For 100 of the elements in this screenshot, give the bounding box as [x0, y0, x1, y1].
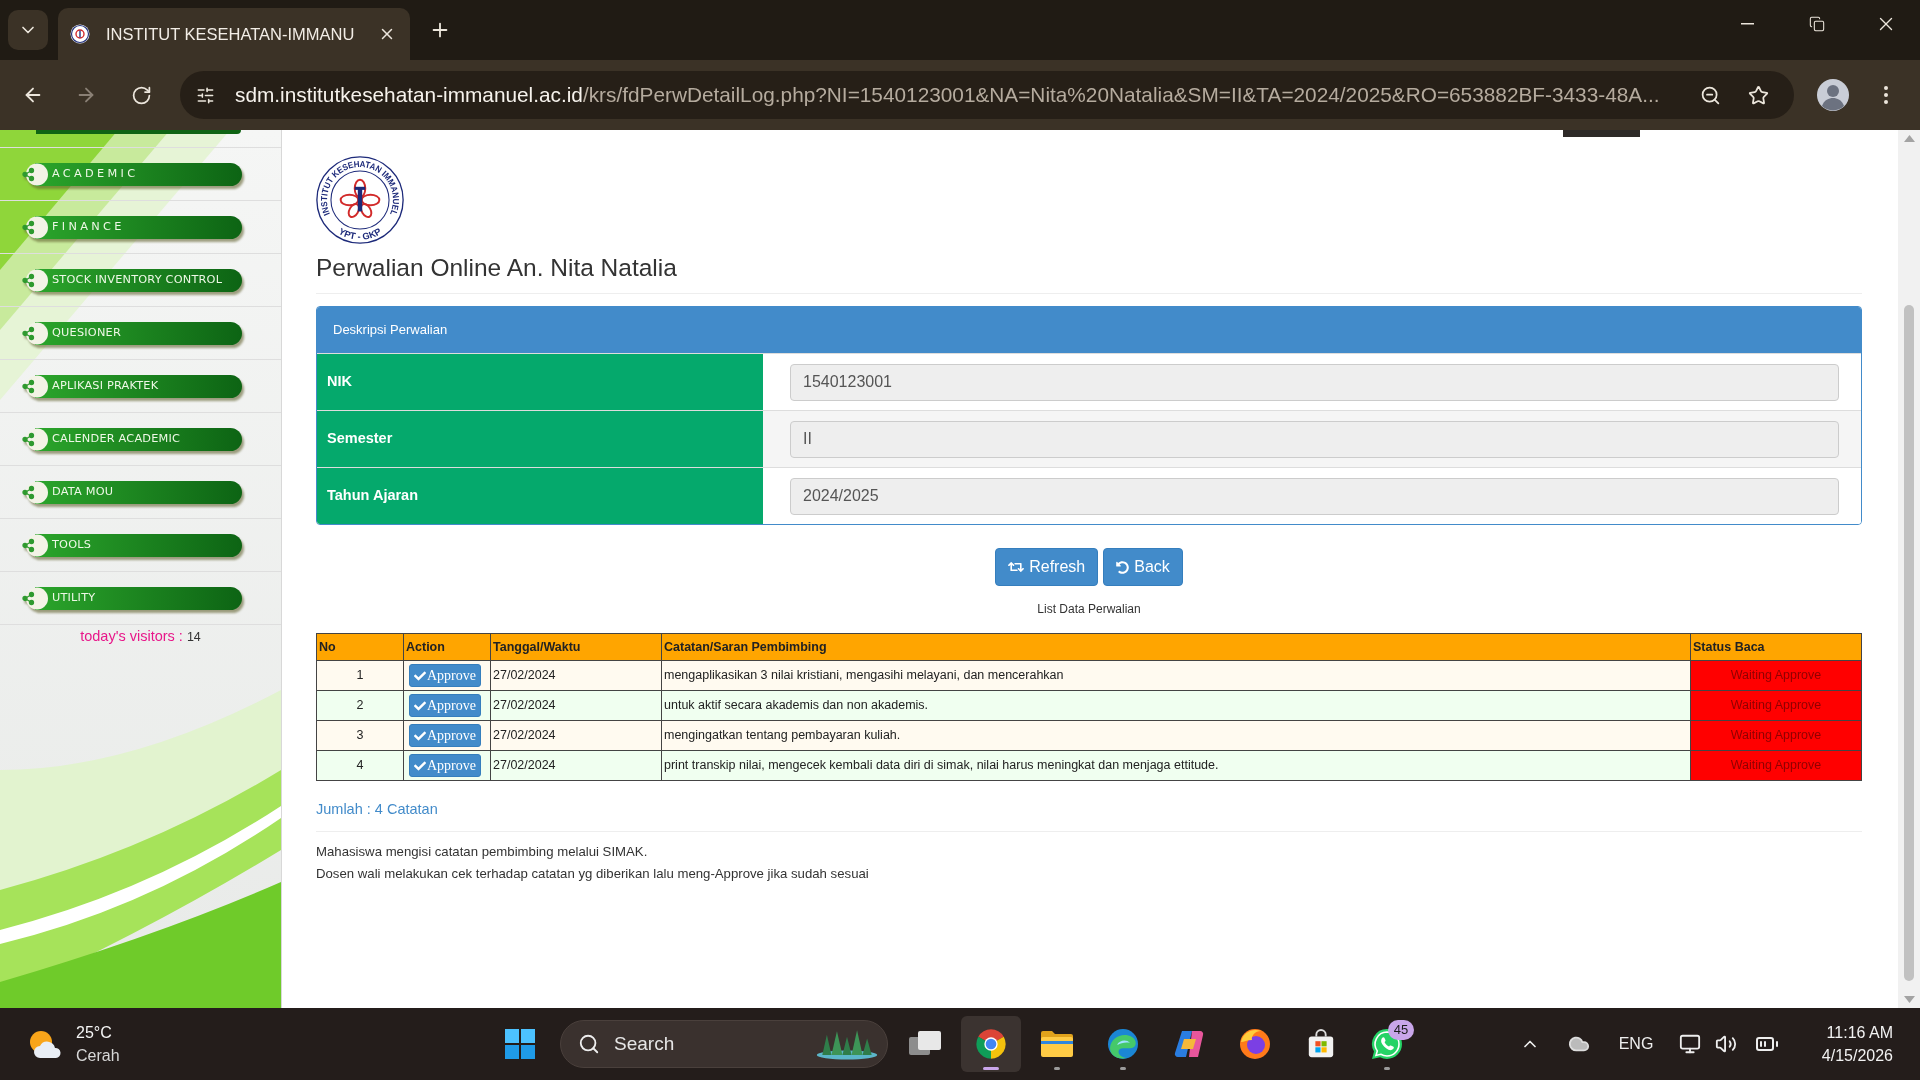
readonly-field[interactable]: 2024/2025 — [790, 477, 1839, 515]
edge-icon — [1107, 1028, 1139, 1060]
date-cell: 27/02/2024 — [490, 660, 662, 691]
volume-icon — [1715, 1033, 1737, 1055]
share-icon — [22, 533, 48, 557]
column-header: Catatan/Saran Pembimbing — [661, 633, 1691, 661]
visitors-count: 14 — [186, 628, 201, 646]
sidebar-menu-button[interactable]: STOCK INVENTORY CONTROL — [22, 268, 242, 292]
note-text: Mahasiswa mengisi catatan pembimbing melalui SIMAK. — [316, 843, 648, 861]
network-icon — [1679, 1033, 1701, 1055]
date-cell: 27/02/2024 — [490, 720, 662, 751]
number-cell: 4 — [316, 750, 404, 781]
chrome-icon — [975, 1028, 1007, 1060]
note-cell: mengaplikasikan 3 nilai kristiani, mengasihi melayani, dan mencerahkan — [661, 660, 1691, 691]
share-icon — [22, 586, 48, 610]
approve-button[interactable]: Approve — [409, 754, 481, 777]
status-cell: Waiting Approve — [1690, 660, 1862, 691]
page-title: Perwalian Online An. Nita Natalia — [316, 253, 677, 283]
number-cell: 1 — [316, 660, 404, 691]
menu-icon — [1884, 86, 1888, 104]
shopping-bag-icon — [1306, 1029, 1336, 1059]
star-icon — [1747, 84, 1769, 106]
readonly-field[interactable]: 1540123001 — [790, 363, 1839, 401]
weather-temperature: 25°C — [76, 1023, 112, 1043]
restore-icon — [1808, 16, 1825, 32]
tab-favicon-icon — [70, 24, 90, 44]
field-label-cell: Semester — [317, 411, 763, 467]
sidebar-menu-button[interactable]: FINANCE — [22, 215, 242, 239]
check-icon — [414, 699, 426, 712]
taskbar-app-button[interactable]: 45 — [1357, 1016, 1417, 1072]
column-header: Action — [403, 633, 491, 661]
column-header: No — [316, 633, 404, 661]
refresh-button[interactable]: Refresh — [995, 548, 1099, 586]
search-icon — [578, 1033, 600, 1055]
check-icon — [414, 669, 426, 682]
language-button[interactable]: ENG — [1611, 1024, 1661, 1064]
note-cell: mengingatkan tentang pembayaran kuliah. — [661, 720, 1691, 751]
date-cell: 27/02/2024 — [490, 690, 662, 721]
sidebar-menu-button[interactable]: QUESIONER — [22, 321, 242, 345]
copilot-icon — [1173, 1028, 1205, 1060]
share-icon — [22, 480, 48, 504]
browser-tab[interactable]: INSTITUT KESEHATAN-IMMANU — [58, 8, 410, 60]
undo-icon — [1116, 560, 1130, 574]
tune-icon — [195, 85, 215, 105]
sidebar-menu-button[interactable]: APLIKASI PRAKTEK — [22, 374, 242, 398]
sidebar-menu-button[interactable]: DATA MOU — [22, 480, 242, 504]
number-cell: 3 — [316, 720, 404, 751]
sidebar-menu-button[interactable]: UTILITY — [22, 586, 242, 610]
check-icon — [414, 759, 426, 772]
visitors-label: today's visitors : — [80, 627, 183, 647]
profile-button[interactable] — [1817, 79, 1849, 111]
weather-condition: Cerah — [76, 1046, 120, 1066]
approve-button[interactable]: Approve — [409, 694, 481, 717]
note-cell: print transkip nilai, mengecek kembali data diri di simak, nilai harus meningkat dan menjaga ettitude. — [661, 750, 1691, 781]
panel-title: Deskripsi Perwalian — [333, 321, 448, 340]
address-bar[interactable]: sdm.institutkesehatan-immanuel.ac.id/krs/fdPerwDetailLog.php?NI=1540123001&NA=Nita%20Natalia&SM=II&TA=2024/2025&RO=653882BF-3433-48A... — [180, 71, 1794, 119]
status-cell: Waiting Approve — [1690, 720, 1862, 751]
summary-text: Jumlah : 4 Catatan — [316, 800, 438, 819]
notification-badge: 45 — [1388, 1020, 1414, 1040]
taskbar-app-button[interactable] — [961, 1016, 1021, 1072]
readonly-field[interactable]: II — [790, 420, 1839, 458]
avatar-icon — [1817, 79, 1849, 111]
status-cell: Waiting Approve — [1690, 750, 1862, 781]
scrollbar-track[interactable] — [1898, 130, 1920, 1008]
folder-icon — [1041, 1030, 1073, 1058]
clock-date[interactable]: 4/15/2026 — [1821, 1044, 1893, 1067]
scrollbar-thumb[interactable] — [1904, 305, 1914, 981]
approve-button[interactable]: Approve — [409, 664, 481, 687]
note-text: Dosen wali melakukan cek terhadap catatan yg diberikan lalu meng-Approve jika sudah sesuai — [316, 865, 869, 883]
sidebar-menu-button[interactable]: CALENDER ACADEMIC — [22, 427, 242, 451]
approve-button[interactable]: Approve — [409, 724, 481, 747]
sidebar-menu-button[interactable]: TOOLS — [22, 533, 242, 557]
share-icon — [22, 321, 48, 345]
note-cell: untuk aktif secara akademis dan non akademis. — [661, 690, 1691, 721]
check-icon — [414, 729, 426, 742]
clock-time[interactable]: 11:16 AM — [1826, 1021, 1893, 1044]
share-icon — [22, 215, 48, 239]
column-header: Status Baca — [1690, 633, 1862, 661]
task-view-icon — [909, 1030, 941, 1058]
refresh-icon — [1008, 559, 1025, 575]
number-cell: 2 — [316, 690, 404, 721]
firefox-icon — [1239, 1028, 1271, 1060]
share-icon — [22, 427, 48, 451]
search-field[interactable]: Search — [560, 1020, 888, 1068]
minimize-icon — [1741, 23, 1754, 25]
field-label-cell: Tahun Ajaran — [317, 468, 763, 524]
sidebar-menu-button[interactable]: ACADEMIC — [22, 162, 242, 186]
table-caption: List Data Perwalian — [1037, 601, 1141, 617]
date-cell: 27/02/2024 — [490, 750, 662, 781]
field-label-cell: NIK — [317, 354, 763, 410]
share-icon — [22, 268, 48, 292]
column-header: Tanggal/Waktu — [490, 633, 662, 661]
share-icon — [22, 162, 48, 186]
sun-cloud-icon — [28, 1029, 62, 1059]
back-button[interactable]: Back — [1103, 548, 1183, 586]
reload-icon — [130, 84, 152, 106]
zoom-out-icon — [1699, 84, 1721, 106]
four-squares-icon — [505, 1029, 535, 1059]
status-cell: Waiting Approve — [1690, 690, 1862, 721]
share-icon — [22, 374, 48, 398]
